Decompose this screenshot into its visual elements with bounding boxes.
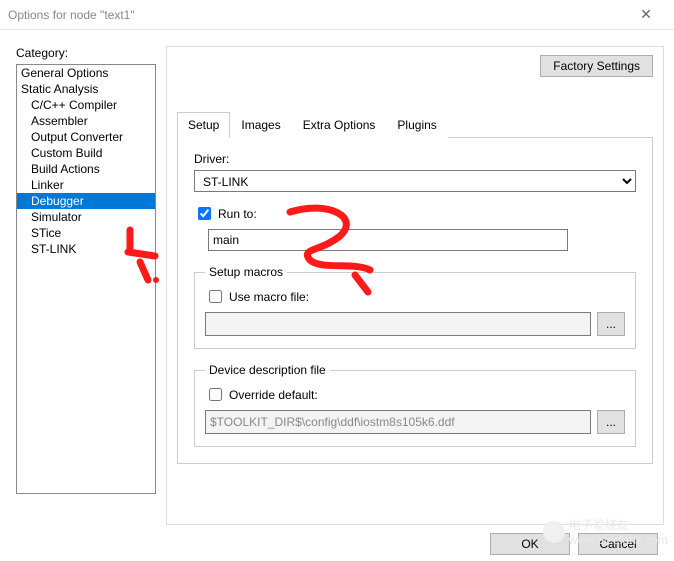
options-panel: Factory Settings SetupImagesExtra Option… xyxy=(166,46,664,525)
window-title: Options for node "text1" xyxy=(8,8,626,22)
tab-setup[interactable]: Setup xyxy=(177,112,230,138)
category-item[interactable]: Custom Build xyxy=(17,145,155,161)
category-item[interactable]: Debugger xyxy=(17,193,155,209)
tab-plugins[interactable]: Plugins xyxy=(386,112,447,138)
tab-bar: SetupImagesExtra OptionsPlugins xyxy=(177,111,653,138)
setup-macros-group: Setup macros Use macro file: ... xyxy=(194,265,636,349)
category-item[interactable]: Simulator xyxy=(17,209,155,225)
watermark: 电子发烧友 www.elecfans.com xyxy=(543,516,668,547)
tab-extra-options[interactable]: Extra Options xyxy=(292,112,387,138)
tab-setup-panel: Driver: ST-LINK Run to: Setup macros Use… xyxy=(177,138,653,464)
category-item[interactable]: C/C++ Compiler xyxy=(17,97,155,113)
run-to-input[interactable] xyxy=(208,229,568,251)
category-item[interactable]: Assembler xyxy=(17,113,155,129)
category-list[interactable]: General OptionsStatic AnalysisC/C++ Comp… xyxy=(16,64,156,494)
factory-settings-button[interactable]: Factory Settings xyxy=(540,55,653,77)
ddf-browse-button[interactable]: ... xyxy=(597,410,625,434)
category-item[interactable]: ST-LINK xyxy=(17,241,155,257)
ddf-legend: Device description file xyxy=(205,363,330,377)
override-default-label: Override default: xyxy=(229,388,318,402)
close-icon[interactable]: ✕ xyxy=(626,6,666,23)
ddf-group: Device description file Override default… xyxy=(194,363,636,447)
category-pane: Category: General OptionsStatic Analysis… xyxy=(16,46,156,525)
setup-macros-legend: Setup macros xyxy=(205,265,287,279)
macro-file-input xyxy=(205,312,591,336)
override-default-checkbox[interactable] xyxy=(209,388,222,401)
tab-images[interactable]: Images xyxy=(230,112,291,138)
driver-label: Driver: xyxy=(194,152,636,166)
category-item[interactable]: Build Actions xyxy=(17,161,155,177)
category-label: Category: xyxy=(16,46,156,60)
titlebar: Options for node "text1" ✕ xyxy=(0,0,674,30)
use-macro-label: Use macro file: xyxy=(229,290,309,304)
run-to-checkbox[interactable] xyxy=(198,207,211,220)
driver-select[interactable]: ST-LINK xyxy=(194,170,636,192)
category-item[interactable]: Output Converter xyxy=(17,129,155,145)
category-item[interactable]: Linker xyxy=(17,177,155,193)
use-macro-checkbox[interactable] xyxy=(209,290,222,303)
category-item[interactable]: STice xyxy=(17,225,155,241)
macro-browse-button[interactable]: ... xyxy=(597,312,625,336)
ddf-path-input xyxy=(205,410,591,434)
category-item[interactable]: Static Analysis xyxy=(17,81,155,97)
category-item[interactable]: General Options xyxy=(17,65,155,81)
run-to-label: Run to: xyxy=(218,207,257,221)
